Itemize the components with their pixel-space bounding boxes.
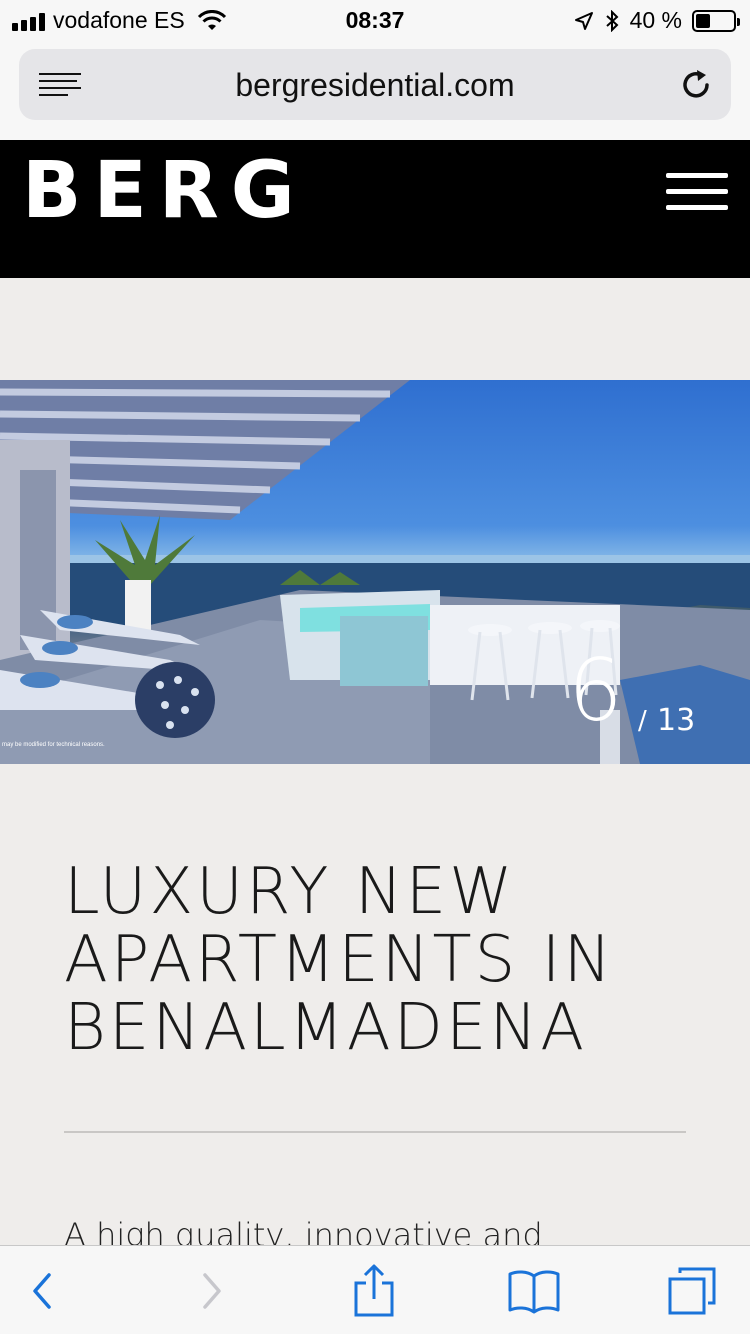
- back-icon: [33, 1272, 51, 1309]
- page-title: LUXURY NEW APARTMENTS IN BENALMADENA: [64, 855, 615, 1065]
- address-bar[interactable]: bergresidential.com: [19, 49, 731, 120]
- bluetooth-icon: [605, 9, 619, 32]
- status-bar: vodafone ES 08:37 40 %: [0, 0, 750, 40]
- slide-counter: 6: [568, 648, 623, 734]
- battery-icon: [692, 9, 740, 32]
- location-icon: [574, 11, 593, 30]
- browser-toolbar: [0, 1245, 750, 1334]
- slide-separator: /: [638, 706, 647, 736]
- disclaimer-text: may be modified for technical reasons.: [2, 742, 105, 748]
- share-icon: [354, 1264, 394, 1316]
- back-button[interactable]: [2, 1246, 82, 1334]
- slide-total: 13: [657, 703, 696, 738]
- bookmarks-button[interactable]: [494, 1246, 574, 1334]
- browser-address-area: bergresidential.com: [0, 40, 750, 140]
- site-header: BERG: [0, 140, 750, 278]
- tabs-button[interactable]: [652, 1246, 732, 1334]
- site-logo[interactable]: BERG: [22, 146, 307, 236]
- bookmarks-icon: [508, 1269, 560, 1313]
- forward-button[interactable]: [172, 1246, 252, 1334]
- url-text[interactable]: bergresidential.com: [19, 67, 731, 104]
- battery-fill: [696, 13, 711, 28]
- battery-percent: 40 %: [629, 7, 682, 33]
- status-right: 40 %: [574, 7, 740, 34]
- forward-icon: [203, 1272, 221, 1309]
- tabs-icon: [668, 1267, 716, 1314]
- share-button[interactable]: [334, 1246, 414, 1334]
- reload-icon[interactable]: [679, 67, 715, 103]
- slide-current: 6: [568, 641, 623, 741]
- divider: [64, 1131, 686, 1133]
- hamburger-icon[interactable]: [666, 173, 728, 213]
- page: vodafone ES 08:37 40 % bergresidential.c…: [0, 0, 750, 1334]
